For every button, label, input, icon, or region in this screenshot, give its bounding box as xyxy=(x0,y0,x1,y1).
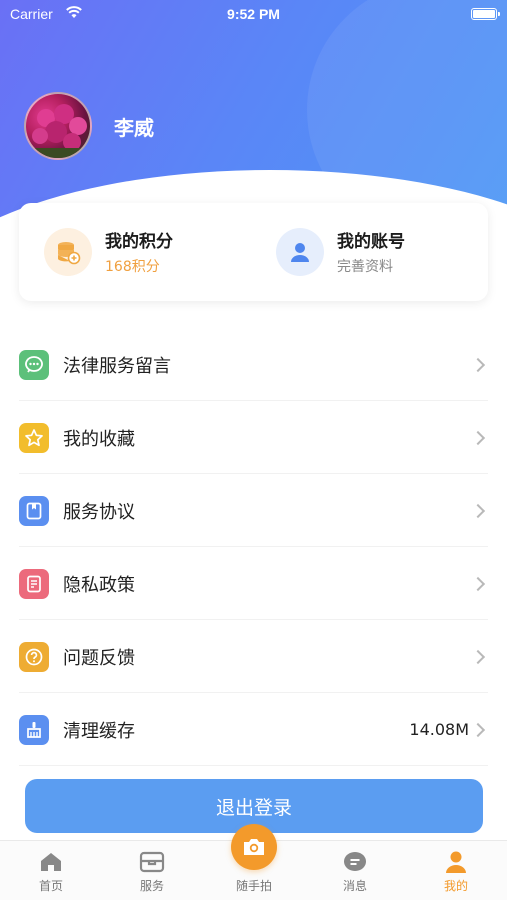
chevron-right-icon xyxy=(470,722,486,737)
points-value: 168积分 xyxy=(105,259,160,275)
status-bar: Carrier 9:52 PM xyxy=(0,0,507,28)
chat-icon xyxy=(341,849,369,875)
tab-label: 消息 xyxy=(342,879,367,893)
settings-menu: 法律服务留言 我的收藏 服务协议 隐私政策 问题反馈 清理缓存 14.08M xyxy=(0,328,507,766)
box-icon xyxy=(138,849,166,875)
account-entry[interactable]: 我的账号 完善资料 xyxy=(276,227,405,276)
username: 李威 xyxy=(114,115,154,140)
menu-item-label: 问题反馈 xyxy=(63,647,135,669)
coins-icon xyxy=(44,227,92,276)
menu-item-label: 我的收藏 xyxy=(63,428,135,450)
battery-icon xyxy=(471,8,500,20)
menu-item-legal-message[interactable]: 法律服务留言 xyxy=(0,328,507,401)
chevron-right-icon xyxy=(470,649,486,664)
avatar[interactable] xyxy=(24,92,92,160)
question-icon xyxy=(19,641,49,672)
tab-mine[interactable]: 我的 xyxy=(421,849,491,894)
menu-item-favorites[interactable]: 我的收藏 xyxy=(0,401,507,474)
person-icon xyxy=(442,849,470,875)
home-icon xyxy=(37,849,65,875)
menu-item-label: 服务协议 xyxy=(63,501,135,523)
document-icon xyxy=(19,568,49,599)
tab-label: 随手拍 xyxy=(235,879,272,893)
menu-item-label: 法律服务留言 xyxy=(63,355,171,377)
profile-header[interactable]: 李威 xyxy=(24,92,154,160)
tab-label: 我的 xyxy=(443,879,468,893)
cache-size-value: 14.08M xyxy=(409,720,469,739)
points-entry[interactable]: 我的积分 168积分 xyxy=(44,227,173,276)
account-title: 我的账号 xyxy=(337,232,405,252)
tab-label: 服务 xyxy=(139,879,164,893)
star-icon xyxy=(19,422,49,453)
chevron-right-icon xyxy=(470,357,486,372)
menu-item-clear-cache[interactable]: 清理缓存 14.08M xyxy=(0,693,507,766)
avatar-flower-image xyxy=(26,104,90,158)
menu-item-privacy-policy[interactable]: 隐私政策 xyxy=(0,547,507,620)
points-title: 我的积分 xyxy=(105,232,173,252)
tab-messages[interactable]: 消息 xyxy=(320,849,390,894)
menu-item-feedback[interactable]: 问题反馈 xyxy=(0,620,507,693)
camera-button[interactable] xyxy=(231,824,277,870)
broom-icon xyxy=(19,714,49,745)
camera-icon xyxy=(244,839,264,855)
menu-item-label: 隐私政策 xyxy=(63,574,135,596)
account-subtitle: 完善资料 xyxy=(337,259,393,275)
tab-service[interactable]: 服务 xyxy=(117,849,187,894)
clock: 9:52 PM xyxy=(227,6,280,22)
user-icon xyxy=(276,227,324,276)
menu-item-service-agreement[interactable]: 服务协议 xyxy=(0,474,507,547)
user-summary-card: 我的积分 168积分 我的账号 完善资料 xyxy=(19,203,488,301)
book-icon xyxy=(19,495,49,526)
menu-item-label: 清理缓存 xyxy=(63,720,135,742)
tab-home[interactable]: 首页 xyxy=(16,849,86,894)
tab-label: 首页 xyxy=(38,879,63,893)
chevron-right-icon xyxy=(470,430,486,445)
chevron-right-icon xyxy=(470,576,486,591)
message-icon xyxy=(19,349,49,380)
chevron-right-icon xyxy=(470,503,486,518)
